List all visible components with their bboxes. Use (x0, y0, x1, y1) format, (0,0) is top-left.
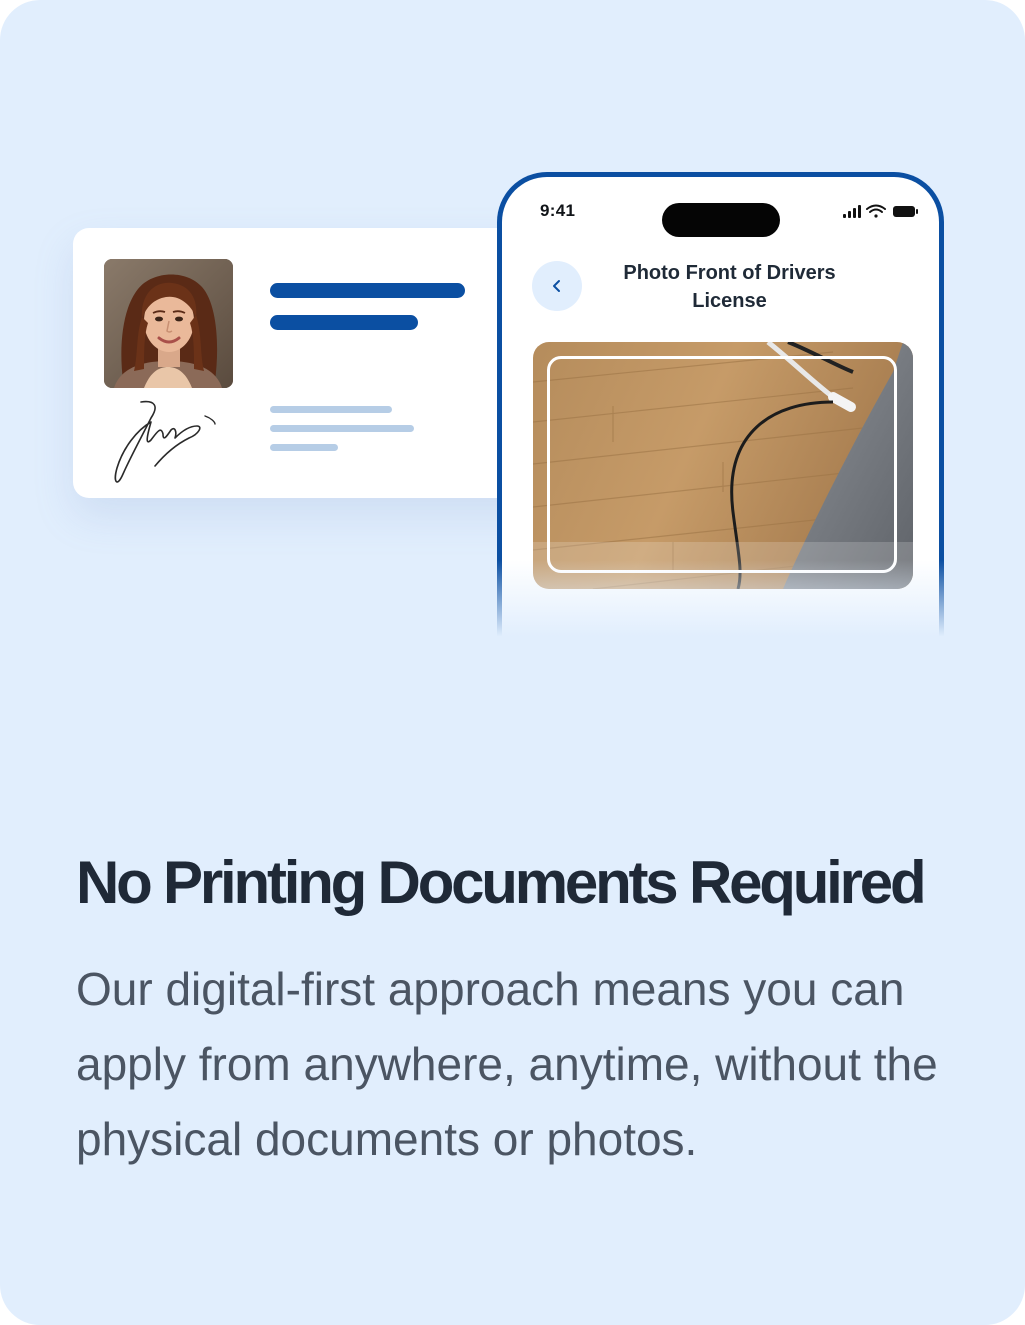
wifi-icon (866, 204, 886, 218)
screen-title: Photo Front of Drivers License (623, 262, 836, 312)
back-button[interactable] (532, 261, 582, 311)
id-name-line (270, 283, 465, 298)
feature-description: Our digital-first approach means you can… (76, 963, 938, 1165)
id-detail-line (270, 444, 338, 451)
id-detail-line (270, 425, 414, 432)
id-detail-line (270, 406, 392, 413)
signature-illustration (114, 400, 216, 483)
feature-headline: No Printing Documents Required (76, 849, 927, 916)
camera-viewfinder[interactable] (533, 342, 913, 589)
status-bar-icons (843, 204, 918, 218)
id-card-illustration (73, 228, 543, 498)
signal-icon (843, 205, 861, 218)
phone-mockup: 9:41 Photo Front of Drivers License (497, 172, 944, 642)
id-name-line (270, 315, 418, 330)
status-bar-time: 9:41 (540, 201, 576, 220)
feature-card: 9:41 Photo Front of Drivers License No P… (0, 0, 1025, 1325)
battery-icon (893, 206, 918, 217)
dynamic-island (662, 203, 780, 237)
capture-frame (547, 356, 897, 573)
id-portrait-photo (104, 259, 233, 388)
chevron-left-icon (553, 280, 560, 292)
